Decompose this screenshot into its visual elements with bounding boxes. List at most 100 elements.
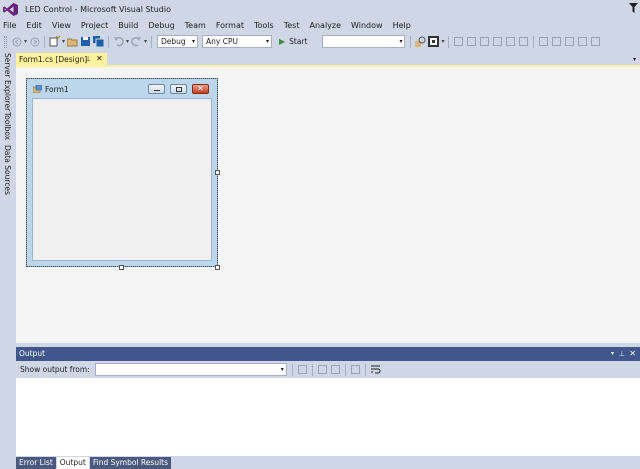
- form-minimize-button[interactable]: [148, 84, 165, 94]
- menu-window[interactable]: Window: [346, 19, 388, 33]
- minimize-icon: [154, 90, 160, 91]
- close-icon[interactable]: ✕: [629, 347, 636, 361]
- toolbar-separator: [364, 363, 366, 376]
- undo-dropdown-icon[interactable]: ▾: [125, 36, 130, 47]
- toolbox-tab[interactable]: Toolbox: [1, 112, 13, 140]
- output-header[interactable]: Output ▾ ⊥ ✕: [16, 347, 640, 361]
- redo-dropdown-icon[interactable]: ▾: [143, 36, 148, 47]
- close-icon[interactable]: ✕: [96, 53, 103, 65]
- form-maximize-button[interactable]: [170, 84, 187, 94]
- start-button-label: Start: [289, 37, 308, 46]
- menu-view[interactable]: View: [47, 19, 76, 33]
- toolbar-separator: [410, 35, 412, 48]
- solution-platform-select[interactable]: Any CPU ▾: [202, 35, 272, 48]
- align-middles-icon[interactable]: [505, 36, 516, 47]
- output-toolbar: Show output from: ▾: [16, 361, 640, 378]
- find-in-files-icon[interactable]: [415, 36, 426, 47]
- find-message-in-code-icon[interactable]: [297, 364, 308, 375]
- form-icon: [33, 85, 42, 93]
- tab-find-symbol-results[interactable]: Find Symbol Results: [89, 457, 171, 469]
- toolbar-separator: [291, 363, 293, 376]
- server-explorer-tab[interactable]: Server Explorer: [1, 53, 13, 111]
- solution-configuration-select[interactable]: Debug ▾: [157, 35, 198, 48]
- new-project-icon[interactable]: [49, 36, 60, 47]
- document-list-dropdown-icon[interactable]: ▾: [633, 56, 636, 63]
- document-tab-label: Form1.cs [Design]: [19, 55, 88, 64]
- output-title: Output: [19, 349, 46, 358]
- make-same-size-icon[interactable]: [564, 36, 575, 47]
- pin-icon[interactable]: ⊥: [85, 55, 91, 63]
- output-source-select[interactable]: ▾: [94, 363, 287, 376]
- menu-team[interactable]: Team: [180, 19, 211, 33]
- chevron-down-icon: ▾: [399, 38, 403, 45]
- toolbar-grip[interactable]: [4, 35, 7, 48]
- form-client-area[interactable]: [32, 98, 212, 261]
- visual-studio-logo-icon: [3, 3, 18, 16]
- tab-output[interactable]: Output: [56, 457, 89, 469]
- tab-order-icon[interactable]: [428, 36, 440, 47]
- toolbar-separator: [311, 363, 313, 376]
- size-to-grid-icon[interactable]: [577, 36, 588, 47]
- new-project-dropdown-icon[interactable]: ▾: [61, 36, 66, 47]
- start-debugging-button[interactable]: ▶ Start: [276, 35, 310, 48]
- menu-tools[interactable]: Tools: [249, 19, 279, 33]
- menu-help[interactable]: Help: [388, 19, 416, 33]
- play-icon: ▶: [279, 37, 286, 46]
- align-lefts-icon[interactable]: [453, 36, 464, 47]
- resize-handle-bottom-right[interactable]: [215, 265, 220, 270]
- data-sources-tab[interactable]: Data Sources: [1, 145, 13, 195]
- save-all-icon[interactable]: [93, 36, 104, 47]
- navigate-forward-icon[interactable]: [29, 36, 40, 47]
- next-message-icon[interactable]: [330, 364, 341, 375]
- pin-icon[interactable]: ⊥: [619, 347, 625, 361]
- menu-debug[interactable]: Debug: [143, 19, 179, 33]
- side-rail: Server Explorer Toolbox Data Sources: [0, 50, 14, 469]
- menu-edit[interactable]: Edit: [21, 19, 47, 33]
- form-close-button[interactable]: ✕: [192, 84, 209, 94]
- align-centers-icon[interactable]: [466, 36, 477, 47]
- solution-platform-value: Any CPU: [206, 37, 238, 46]
- open-file-icon[interactable]: [67, 36, 78, 47]
- window-position-dropdown-icon[interactable]: ▾: [611, 347, 614, 361]
- toolbar-separator: [448, 35, 450, 48]
- resize-handle-bottom[interactable]: [119, 265, 124, 270]
- form-title: Form1: [45, 85, 69, 94]
- toolbar-separator: [344, 363, 346, 376]
- menu-bar: File Edit View Project Build Debug Team …: [0, 19, 640, 33]
- debug-target-select[interactable]: ▾: [322, 35, 406, 48]
- menu-format[interactable]: Format: [211, 19, 249, 33]
- standard-toolbar: ▾ ▾ ▾ ▾ Debug ▾ Any CPU ▾ ▶ Start ▾ ▾: [0, 33, 640, 50]
- toolbar-options-icon[interactable]: ▾: [440, 36, 445, 47]
- navigate-back-icon[interactable]: [11, 36, 22, 47]
- menu-file[interactable]: File: [0, 19, 21, 33]
- menu-build[interactable]: Build: [113, 19, 143, 33]
- toggle-word-wrap-icon[interactable]: [370, 364, 381, 375]
- clear-all-icon[interactable]: [350, 364, 361, 375]
- chevron-down-icon: ▾: [280, 366, 284, 373]
- output-text-area[interactable]: [17, 379, 639, 456]
- align-tops-icon[interactable]: [492, 36, 503, 47]
- navigate-back-dropdown-icon[interactable]: ▾: [23, 36, 28, 47]
- tab-error-list[interactable]: Error List: [16, 457, 56, 469]
- align-rights-icon[interactable]: [479, 36, 490, 47]
- maximize-icon: [176, 87, 182, 92]
- align-bottoms-icon[interactable]: [518, 36, 529, 47]
- toolbar-separator: [108, 35, 109, 48]
- menu-project[interactable]: Project: [76, 19, 113, 33]
- toolbar-separator: [533, 35, 535, 48]
- toolbar-separator: [44, 35, 45, 48]
- undo-icon[interactable]: [113, 36, 124, 47]
- resize-handle-right[interactable]: [215, 170, 220, 175]
- previous-message-icon[interactable]: [317, 364, 328, 375]
- menu-analyze[interactable]: Analyze: [305, 19, 347, 33]
- bottom-tab-strip: Error List Output Find Symbol Results: [16, 457, 640, 469]
- save-icon[interactable]: [80, 36, 91, 47]
- window-title: LED Control - Microsoft Visual Studio: [25, 5, 171, 14]
- menu-test[interactable]: Test: [279, 19, 305, 33]
- bring-to-front-icon[interactable]: [590, 36, 601, 47]
- redo-icon[interactable]: [131, 36, 142, 47]
- notifications-flag-icon[interactable]: [629, 3, 638, 13]
- make-same-height-icon[interactable]: [551, 36, 562, 47]
- make-same-width-icon[interactable]: [538, 36, 549, 47]
- toolbar-separator: [151, 35, 152, 48]
